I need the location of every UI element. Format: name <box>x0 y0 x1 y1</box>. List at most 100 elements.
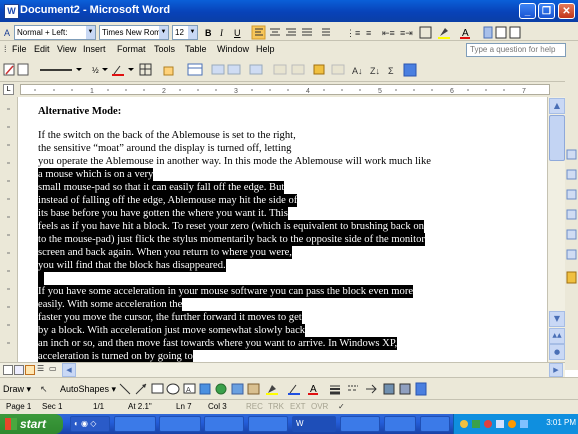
word-doc-icon[interactable]: ⁞ <box>4 44 7 54</box>
menu-help[interactable]: Help <box>256 44 275 54</box>
maximize-button[interactable]: ❐ <box>538 3 555 19</box>
task-pane-edge <box>565 60 578 370</box>
selected-line: faster you move the cursor, the further … <box>38 311 302 324</box>
start-button[interactable]: start <box>0 414 63 434</box>
status-trk[interactable]: TRK <box>268 402 284 411</box>
svg-text:Z↓: Z↓ <box>370 66 380 76</box>
selected-line: by a block. With acceleration just move … <box>38 324 306 337</box>
menu-table[interactable]: Table <box>185 44 207 54</box>
tray-icons[interactable] <box>458 418 538 430</box>
selected-line: a mouse which is on a very <box>38 168 154 181</box>
selected-line: acceleration is turned on by going to <box>38 350 193 362</box>
vertical-ruler <box>0 97 18 362</box>
status-bar: Page 1 Sec 1 1/1 At 2.1" Ln 7 Col 3 REC … <box>0 399 578 414</box>
taskbar-item[interactable] <box>114 416 156 432</box>
svg-text:2: 2 <box>162 88 166 94</box>
horizontal-ruler[interactable]: L 1 2 3 4 5 6 7 <box>0 82 578 97</box>
format-toolbar-icons[interactable]: ⋮≡ ≡ ⇤≡ ≡⇥ A <box>250 25 550 40</box>
menu-file[interactable]: File <box>12 44 27 54</box>
scroll-left-arrow-icon[interactable]: ◀ <box>62 363 76 377</box>
style-combo[interactable]: Normal + Left: ▼ <box>14 25 96 40</box>
previous-page-icon[interactable]: ▲▲ <box>549 328 565 344</box>
svg-text:A: A <box>186 386 191 394</box>
autoshapes-menu[interactable]: AutoShapes ▾ <box>60 381 116 397</box>
document-line: If the switch on the back of the Ablemou… <box>38 130 296 141</box>
italic-button[interactable]: I <box>220 25 223 41</box>
taskbar-item[interactable] <box>248 416 288 432</box>
word-app-icon[interactable]: W <box>4 4 19 19</box>
selected-line: If you have some acceleration in your mo… <box>38 285 414 298</box>
select-objects-icon[interactable]: ↖ <box>40 381 48 397</box>
reading-view-icon[interactable]: ▭ <box>49 364 57 373</box>
svg-text:Σ: Σ <box>388 66 394 76</box>
underline-button[interactable]: U <box>234 25 241 41</box>
help-search-input[interactable]: Type a question for help <box>466 43 566 57</box>
spelling-check-icon[interactable]: ✓ <box>338 402 345 411</box>
selected-line: instead of falling off the edge, Ablemou… <box>38 194 298 207</box>
status-rec[interactable]: REC <box>246 402 263 411</box>
taskbar-item[interactable] <box>384 416 416 432</box>
scroll-right-arrow-icon[interactable]: ▶ <box>549 363 563 377</box>
document-page[interactable]: Alternative Mode: If the switch on the b… <box>18 97 547 362</box>
selected-line: an inch or so, and then move fast toward… <box>38 337 398 350</box>
menu-format[interactable]: Format <box>117 44 146 54</box>
chevron-down-icon: ▼ <box>86 26 95 39</box>
draw-menu[interactable]: Draw ▾ <box>3 381 31 397</box>
scroll-down-arrow-icon[interactable]: ▼ <box>549 311 565 327</box>
svg-text:1: 1 <box>90 88 94 94</box>
menu-insert[interactable]: Insert <box>83 44 106 54</box>
select-browse-object-icon[interactable]: ● <box>549 344 565 360</box>
selected-line: to the mouse-pad) just flick the stylus … <box>38 233 425 246</box>
close-button[interactable]: ✕ <box>558 3 575 19</box>
font-size-combo[interactable]: 12 ▼ <box>172 25 198 40</box>
bold-button[interactable]: B <box>205 25 212 41</box>
scroll-up-arrow-icon[interactable]: ▲ <box>549 98 565 114</box>
status-line: Ln 7 <box>176 402 192 411</box>
minimize-button[interactable]: _ <box>519 3 536 19</box>
autoshapes-label: AutoShapes <box>60 384 110 394</box>
status-at: At 2.1" <box>128 402 152 411</box>
menu-window[interactable]: Window <box>217 44 249 54</box>
outline-view-icon[interactable]: ☰ <box>37 364 44 373</box>
start-label: start <box>20 417 47 431</box>
menu-view[interactable]: View <box>57 44 76 54</box>
taskbar-item[interactable] <box>159 416 201 432</box>
selected-line: feels as if you have hit a block. To res… <box>38 220 424 233</box>
taskbar-item[interactable] <box>340 416 380 432</box>
ruler-ticks: 1 2 3 4 5 6 7 <box>34 88 526 94</box>
taskbar-item-word[interactable]: W <box>292 416 336 432</box>
svg-text:≡: ≡ <box>366 28 371 38</box>
status-ovr[interactable]: OVR <box>311 402 328 411</box>
vertical-scrollbar[interactable]: ▲ ▼ ▲▲ ● <box>547 97 565 362</box>
svg-text:5: 5 <box>378 88 382 94</box>
ruler-track: 1 2 3 4 5 6 7 <box>20 84 550 95</box>
normal-view-icon[interactable] <box>3 365 13 375</box>
print-layout-icon[interactable] <box>25 365 35 375</box>
font-combo[interactable]: Times New Roman ▼ <box>99 25 169 40</box>
scroll-thumb[interactable] <box>549 115 565 161</box>
document-heading: Alternative Mode: <box>38 106 122 117</box>
table-toolbar-icons[interactable]: ½ A↓ Z↓ Σ <box>2 62 462 78</box>
drawing-toolbar: Draw ▾ ↖ AutoShapes ▾ A A <box>0 377 578 399</box>
font-size-value: 12 <box>175 28 184 37</box>
drawing-tool-icons[interactable]: A A <box>118 381 448 397</box>
styles-icon[interactable]: A <box>4 25 10 41</box>
menu-edit[interactable]: Edit <box>34 44 50 54</box>
quick-launch-icons[interactable]: ◐ ◉ ◇ <box>70 416 110 432</box>
web-view-icon[interactable] <box>14 365 24 375</box>
vertical-ruler-ticks <box>7 108 10 344</box>
style-value: Normal + Left: <box>17 28 68 37</box>
horizontal-scrollbar[interactable]: ☰ ▭ ◀ ▶ <box>0 362 565 377</box>
task-pane-icons[interactable] <box>565 60 578 360</box>
title-bar: W Document2 - Microsoft Word _ ❐ ✕ <box>0 0 578 22</box>
selected-line: easily. With some acceleration the <box>38 298 183 311</box>
tab-selector-icon[interactable]: L <box>3 84 14 95</box>
taskbar-item[interactable] <box>420 416 450 432</box>
windows-logo-icon <box>5 418 17 430</box>
svg-text:≡⇥: ≡⇥ <box>400 28 413 38</box>
status-page: Page 1 <box>6 402 32 411</box>
taskbar-item[interactable] <box>204 416 244 432</box>
menu-tools[interactable]: Tools <box>154 44 175 54</box>
selected-line: screen and back again. When you return t… <box>38 246 292 259</box>
status-ext[interactable]: EXT <box>290 402 306 411</box>
